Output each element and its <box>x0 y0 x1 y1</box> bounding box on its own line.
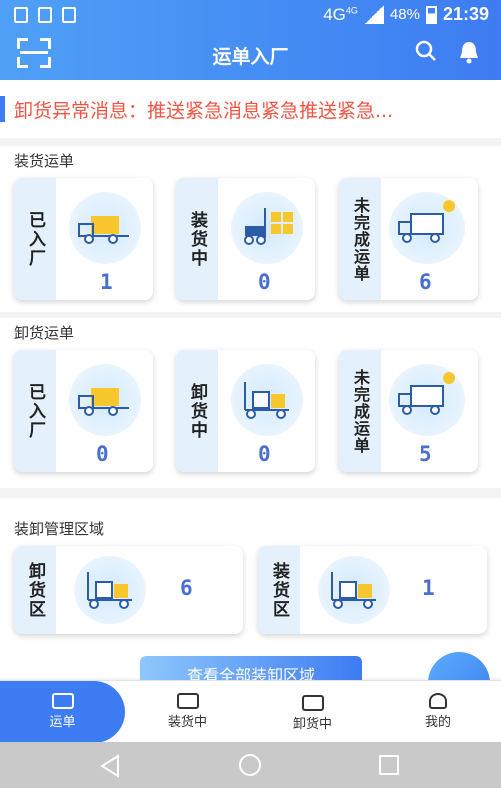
unloading-in-progress-card[interactable]: 卸货中 0 <box>176 350 315 472</box>
unloading-unfinished-card[interactable]: 未完成运单 5 <box>339 350 478 472</box>
forklift-icon <box>231 192 303 264</box>
loading-section: 装货运单 已入厂 1 装货中 0 未完成运单 6 <box>0 146 501 312</box>
loading-unfinished-card[interactable]: 未完成运单 6 <box>339 178 478 300</box>
system-nav-bar <box>0 742 501 788</box>
card-count: 0 <box>258 442 271 466</box>
loading-in-progress-card[interactable]: 装货中 0 <box>176 178 315 300</box>
battery-percent: 48% <box>389 6 420 23</box>
bell-icon[interactable] <box>457 40 481 64</box>
truck-icon <box>69 192 141 264</box>
status-bar: 4G4G 48% 21:39 <box>0 0 501 32</box>
notice-bar[interactable]: 卸货异常消息：推送紧急消息紧急推送紧急... <box>0 80 501 138</box>
unloading-section: 卸货运单 已入厂 0 卸货中 0 未完成运单 5 <box>0 318 501 488</box>
hand-cart-icon <box>74 556 146 624</box>
alert-notification-icon <box>38 7 52 23</box>
unloading-area-card[interactable]: 卸货区 6 <box>14 546 243 634</box>
card-label: 装货中 <box>187 210 207 268</box>
card-count: 0 <box>96 442 109 466</box>
card-label: 卸货区 <box>25 561 45 619</box>
card-label: 卸货中 <box>187 382 207 440</box>
card-count: 1 <box>422 576 435 600</box>
clock: 21:39 <box>442 4 489 24</box>
truck-icon <box>51 693 74 709</box>
card-count: 1 <box>100 270 113 294</box>
image-notification-icon <box>14 7 28 23</box>
card-label: 已入厂 <box>25 382 45 440</box>
hand-cart-icon <box>301 695 324 711</box>
tab-label: 卸货中 <box>292 717 332 732</box>
truck-icon <box>69 364 141 436</box>
card-count: 5 <box>419 442 432 466</box>
home-icon[interactable] <box>238 753 262 777</box>
tab-label: 我的 <box>424 715 451 730</box>
loading-entered-card[interactable]: 已入厂 1 <box>14 178 153 300</box>
search-icon[interactable] <box>415 40 437 62</box>
file-notification-icon <box>62 7 76 23</box>
card-label: 未完成运单 <box>351 368 370 454</box>
card-count: 6 <box>419 270 432 294</box>
tab-label: 运单 <box>49 715 76 730</box>
tab-unloading[interactable]: 卸货中 <box>250 681 375 743</box>
recents-icon[interactable] <box>378 754 400 776</box>
user-icon <box>429 693 447 709</box>
card-label: 已入厂 <box>25 210 45 268</box>
loading-area-card[interactable]: 装货区 1 <box>258 546 487 634</box>
section-title: 卸货运单 <box>14 324 75 342</box>
tab-loading[interactable]: 装货中 <box>125 681 250 743</box>
card-count: 6 <box>180 576 193 600</box>
areas-section: 装卸管理区域 卸货区 6 装货区 1 <box>0 498 501 678</box>
signal-icon <box>363 5 384 24</box>
pending-truck-icon <box>389 364 465 436</box>
card-count: 0 <box>258 270 271 294</box>
section-title: 装货运单 <box>14 152 75 170</box>
bottom-nav: 运单 装货中 卸货中 我的 <box>0 680 501 743</box>
tab-mine[interactable]: 我的 <box>375 681 501 743</box>
hand-cart-icon <box>231 364 303 436</box>
back-icon[interactable] <box>98 754 122 778</box>
notice-text: 卸货异常消息：推送紧急消息紧急推送紧急... <box>14 100 394 122</box>
card-label: 装货区 <box>269 561 289 619</box>
notice-accent <box>0 96 5 122</box>
hand-cart-icon <box>318 556 390 624</box>
section-title: 装卸管理区域 <box>14 520 105 538</box>
card-label: 未完成运单 <box>351 196 370 282</box>
forklift-icon <box>176 693 199 709</box>
pending-truck-icon <box>389 192 465 264</box>
battery-icon <box>425 5 437 24</box>
tab-waybill[interactable]: 运单 <box>0 681 125 743</box>
unloading-entered-card[interactable]: 已入厂 0 <box>14 350 153 472</box>
app-header: 4G4G 48% 21:39 运单入厂 <box>0 0 501 80</box>
tab-label: 装货中 <box>167 715 207 730</box>
network-indicator: 4G4G <box>323 4 358 24</box>
